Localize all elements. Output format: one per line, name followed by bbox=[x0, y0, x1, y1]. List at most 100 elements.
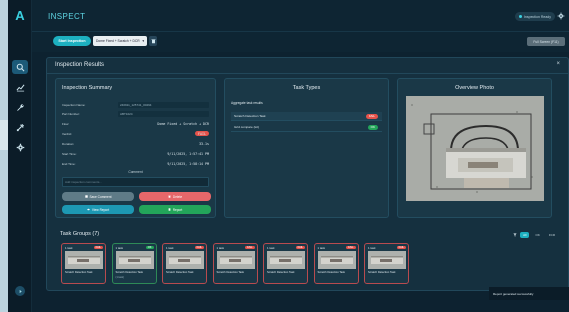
fullscreen-label: Full Screen (F11) bbox=[533, 39, 559, 44]
summary-key: Inspection Name: bbox=[62, 102, 86, 107]
thumbnail-image bbox=[267, 251, 305, 269]
status-badge: FAIL bbox=[365, 113, 378, 119]
flow-select-value: Dome Fixed + Scratch + DCR bbox=[96, 39, 140, 43]
task-name: Scratch Detection Task bbox=[317, 271, 345, 274]
chevron-right-icon bbox=[19, 289, 22, 293]
chart-icon[interactable] bbox=[12, 80, 28, 94]
task-types-title: Task Types bbox=[292, 85, 321, 91]
task-count: 1 task bbox=[368, 246, 376, 250]
task-type-row[interactable]: Scratch Detection Task FAIL bbox=[231, 112, 382, 121]
fullscreen-button[interactable]: Full Screen (F11) bbox=[527, 37, 565, 46]
save-comment-label: Save Comment bbox=[89, 194, 112, 199]
status-badge: FAIL bbox=[295, 245, 305, 250]
summary-row-end: End Time: 9/11/2025, 1:58:14 PM bbox=[62, 159, 209, 168]
header-settings-icon[interactable] bbox=[557, 12, 565, 20]
task-thumbnail bbox=[115, 251, 154, 269]
filter-fcr[interactable]: FCR bbox=[546, 232, 558, 238]
flow-select[interactable]: Dome Fixed + Scratch + DCR ▾ bbox=[93, 36, 147, 46]
task-name: Scratch Detection Task bbox=[267, 271, 295, 274]
status-dot-icon bbox=[518, 15, 522, 18]
status-badge: FAIL bbox=[346, 245, 356, 250]
task-group-card[interactable]: 1 task FAIL Scratch Detection Task bbox=[263, 243, 308, 284]
report-button[interactable]: Report bbox=[139, 205, 211, 214]
task-count: 1 task bbox=[317, 246, 325, 250]
settings-gear-icon[interactable] bbox=[12, 140, 28, 154]
thumbnail-image bbox=[65, 251, 103, 269]
chevron-down-icon: ▾ bbox=[142, 39, 144, 43]
task-name: Scratch Detection Task bbox=[216, 271, 244, 274]
toast-notification: Report generated successfully bbox=[489, 287, 569, 300]
trash-icon bbox=[151, 39, 155, 44]
status-badge: FAIL bbox=[396, 245, 406, 250]
toast-message: Report generated successfully bbox=[493, 291, 534, 296]
task-type-row[interactable]: Grid compare (tol) OK bbox=[231, 123, 382, 132]
report-label: Report bbox=[172, 207, 183, 212]
summary-row-flow: Flow: Dome Fixed + Scratch + DCR bbox=[62, 119, 209, 128]
status-pill[interactable]: Inspection Ready bbox=[514, 12, 555, 21]
summary-row-verdict: Verdict: FAIL bbox=[62, 129, 209, 138]
summary-row-part: Part Number: ABT1024 bbox=[62, 109, 209, 118]
trash-icon bbox=[168, 195, 171, 198]
desktop-background bbox=[0, 0, 8, 312]
close-icon[interactable]: × bbox=[556, 61, 560, 67]
view-report-button[interactable]: View Report bbox=[62, 205, 134, 214]
thumbnail-image bbox=[216, 251, 255, 269]
overview-photo[interactable] bbox=[406, 96, 544, 201]
task-thumbnail bbox=[368, 251, 406, 269]
task-group-card[interactable]: 1 task FAIL Scratch Detection Task bbox=[212, 243, 258, 284]
app-title: INSPECT bbox=[48, 12, 86, 21]
part-number-field[interactable]: ABT1024 bbox=[118, 110, 209, 117]
task-count: 1 task bbox=[115, 246, 123, 250]
verdict-badge: FAIL bbox=[195, 131, 209, 136]
thumbnail-image bbox=[115, 251, 154, 269]
task-group-card[interactable]: 1 task OK Scratch Detection Task (1 task) bbox=[111, 243, 157, 284]
task-type-label: Grid compare (tol) bbox=[234, 125, 259, 129]
summary-row-duration: Duration: 33.1s bbox=[62, 139, 209, 148]
start-time-value: 9/11/2025, 1:57:41 PM bbox=[167, 151, 209, 156]
task-name: Scratch Detection Task bbox=[166, 271, 194, 274]
delete-flow-button[interactable] bbox=[149, 36, 157, 46]
status-badge: FAIL bbox=[245, 245, 255, 250]
task-group-card[interactable]: 1 task FAIL Scratch Detection Task bbox=[364, 243, 409, 284]
thumbnail-image bbox=[317, 251, 356, 269]
duration-value: 33.1s bbox=[199, 141, 209, 146]
status-badge: FAIL bbox=[194, 245, 204, 250]
summary-key: Flow: bbox=[62, 121, 70, 126]
flow-value: Dome Fixed + Scratch + DCR bbox=[157, 121, 209, 126]
tools-icon[interactable] bbox=[12, 120, 28, 134]
start-inspection-button[interactable]: Start Inspection bbox=[53, 36, 91, 46]
delete-label: Delete bbox=[172, 194, 183, 199]
expand-sidebar-button[interactable] bbox=[15, 286, 25, 296]
summary-key: Start Time: bbox=[62, 151, 77, 156]
delete-button[interactable]: Delete bbox=[139, 192, 211, 201]
task-count: 1 task bbox=[65, 246, 73, 250]
task-count: 1 task bbox=[216, 246, 224, 250]
wrench-icon[interactable] bbox=[12, 100, 28, 114]
save-icon bbox=[84, 195, 88, 198]
eye-icon bbox=[87, 208, 90, 211]
thumbnail-image bbox=[166, 251, 204, 269]
task-name: Scratch Detection Task bbox=[65, 271, 93, 274]
comments-label: Comment bbox=[128, 170, 143, 174]
inspection-name-field[interactable]: 240911_125741_00294 bbox=[118, 101, 209, 108]
status-badge: FAIL bbox=[93, 245, 103, 250]
save-comment-button[interactable]: Save Comment bbox=[62, 192, 134, 201]
comments-textarea[interactable]: Add inspection comments... bbox=[62, 177, 209, 187]
summary-key: End Time: bbox=[62, 161, 76, 166]
task-group-card[interactable]: 1 task FAIL Scratch Detection Task bbox=[61, 243, 106, 284]
task-types-header: Aggregate task results bbox=[231, 101, 263, 105]
filter-ok[interactable]: OK bbox=[532, 232, 542, 238]
task-group-card[interactable]: 1 task FAIL Scratch Detection Task bbox=[313, 243, 359, 284]
filter-icon bbox=[513, 233, 517, 237]
task-groups-title: Task Groups (7) bbox=[60, 231, 100, 237]
modal-divider bbox=[47, 73, 568, 74]
inspection-results-modal: Inspection Results × Inspection Summary … bbox=[46, 57, 569, 291]
filter-all[interactable]: All bbox=[520, 232, 530, 238]
overview-title: Overview Photo bbox=[455, 85, 494, 91]
app-root: A INSPECT Inspection Ready Start Inspect… bbox=[0, 0, 569, 312]
overview-photo-panel: Overview Photo bbox=[397, 78, 552, 218]
search-icon[interactable] bbox=[12, 60, 28, 74]
app-logo: A bbox=[15, 8, 25, 23]
part-photo-image bbox=[406, 96, 544, 201]
task-group-card[interactable]: 1 task FAIL Scratch Detection Task bbox=[162, 243, 207, 284]
